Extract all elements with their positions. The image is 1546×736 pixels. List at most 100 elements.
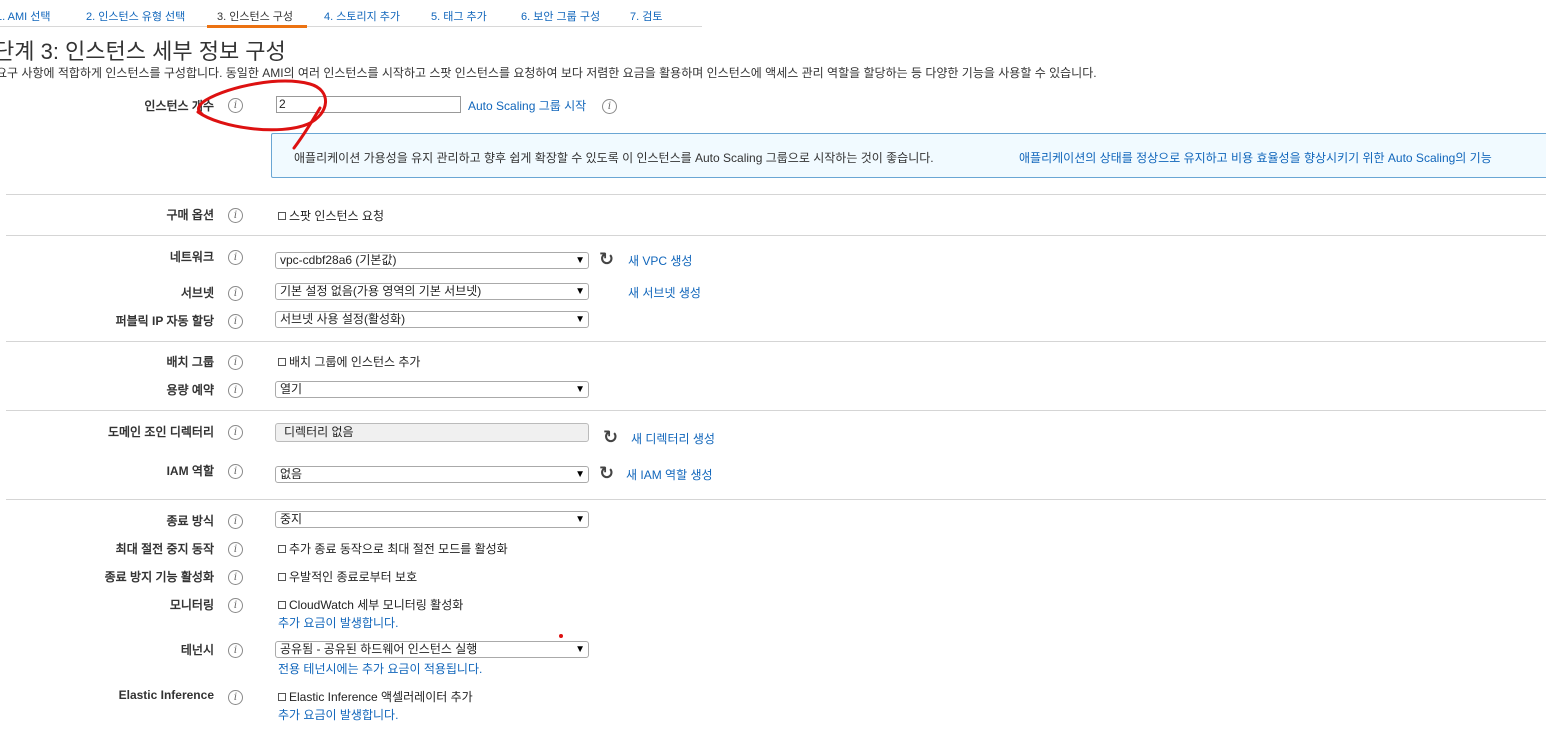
tab-add-storage[interactable]: 4. 스토리지 추가 xyxy=(324,8,400,24)
checkbox-box[interactable] xyxy=(278,545,286,553)
autoscaling-link[interactable]: Auto Scaling 그룹 시작 xyxy=(468,97,586,114)
monitoring-label: 모니터링 xyxy=(169,598,214,612)
tab-instance-type[interactable]: 2. 인스턴스 유형 선택 xyxy=(86,8,185,24)
info-icon[interactable]: i xyxy=(228,286,243,301)
tenancy-value: 공유됨 - 공유된 하드웨어 인스턴스 실행 xyxy=(280,642,478,656)
tenancy-label: 테넌시 xyxy=(180,643,214,657)
checkbox-label: 스팟 인스턴스 요청 xyxy=(289,209,384,223)
dropdown-arrow-icon: ▼ xyxy=(575,255,585,266)
capacity-reservation-label: 용량 예약 xyxy=(166,383,215,397)
info-icon[interactable]: i xyxy=(228,542,243,557)
refresh-icon[interactable]: ↻ xyxy=(599,464,614,482)
dropdown-arrow-icon: ▼ xyxy=(575,644,585,655)
checkbox-label: Elastic Inference 액셀러레이터 추가 xyxy=(289,690,473,704)
shutdown-behavior-select[interactable]: 중지 ▼ xyxy=(275,511,589,528)
info-icon[interactable]: i xyxy=(228,464,243,479)
checkbox-label: 우발적인 종료로부터 보호 xyxy=(289,570,418,584)
subnet-select[interactable]: 기본 설정 없음(가용 영역의 기본 서브넷) ▼ xyxy=(275,283,589,300)
create-directory-link[interactable]: 새 디렉터리 생성 xyxy=(631,430,715,447)
network-value: vpc-cdbf28a6 (기본값) xyxy=(280,253,397,267)
tenancy-charge-note: 전용 테넌시에는 추가 요금이 적용됩니다. xyxy=(278,662,483,676)
info-icon[interactable]: i xyxy=(228,383,243,398)
checkbox-label: 배치 그룹에 인스턴스 추가 xyxy=(289,355,421,369)
hibernate-checkbox[interactable]: 추가 종료 동작으로 최대 절전 모드를 활성화 xyxy=(278,540,508,557)
create-iam-role-link[interactable]: 새 IAM 역할 생성 xyxy=(626,466,713,483)
network-label: 네트워크 xyxy=(169,250,214,264)
checkbox-label: CloudWatch 세부 모니터링 활성화 xyxy=(289,598,464,612)
tenancy-select[interactable]: 공유됨 - 공유된 하드웨어 인스턴스 실행 ▼ xyxy=(275,641,589,658)
network-select[interactable]: vpc-cdbf28a6 (기본값) ▼ xyxy=(275,252,589,269)
refresh-icon[interactable]: ↻ xyxy=(599,250,614,268)
iam-role-label: IAM 역할 xyxy=(166,464,214,478)
dropdown-arrow-icon: ▼ xyxy=(575,286,585,297)
info-icon[interactable]: i xyxy=(228,570,243,585)
termination-protection-checkbox[interactable]: 우발적인 종료로부터 보호 xyxy=(278,568,417,585)
tab-add-tags[interactable]: 5. 태그 추가 xyxy=(431,8,487,24)
dropdown-arrow-icon: ▼ xyxy=(575,384,585,395)
monitoring-checkbox[interactable]: CloudWatch 세부 모니터링 활성화 xyxy=(278,596,463,613)
info-icon[interactable]: i xyxy=(228,314,243,329)
tab-ami-select[interactable]: 1. AMI 선택 xyxy=(0,8,50,24)
info-icon[interactable]: i xyxy=(228,514,243,529)
info-icon[interactable]: i xyxy=(228,598,243,613)
elastic-inference-label: Elastic Inference xyxy=(118,688,214,702)
public-ip-select[interactable]: 서브넷 사용 설정(활성화) ▼ xyxy=(275,311,589,328)
spot-instance-checkbox[interactable]: 스팟 인스턴스 요청 xyxy=(278,207,384,224)
tabs-baseline xyxy=(0,26,702,27)
elastic-charge-note: 추가 요금이 발생합니다. xyxy=(278,708,399,722)
shutdown-behavior-label: 종료 방식 xyxy=(166,514,215,528)
info-icon[interactable]: i xyxy=(228,250,243,265)
info-icon[interactable]: i xyxy=(228,425,243,440)
subnet-label: 서브넷 xyxy=(180,286,214,300)
checkbox-box[interactable] xyxy=(278,212,286,220)
page-title: 단계 3: 인스턴스 세부 정보 구성 xyxy=(0,39,286,64)
public-ip-label: 퍼블릭 IP 자동 할당 xyxy=(115,314,214,328)
info-icon[interactable]: i xyxy=(228,355,243,370)
iam-value: 없음 xyxy=(280,467,303,481)
public-ip-value: 서브넷 사용 설정(활성화) xyxy=(280,312,406,326)
dropdown-arrow-icon: ▼ xyxy=(575,469,585,480)
dropdown-arrow-icon: ▼ xyxy=(575,314,585,325)
info-icon[interactable]: i xyxy=(602,99,617,114)
checkbox-box[interactable] xyxy=(278,601,286,609)
section-divider xyxy=(6,235,1546,236)
placement-group-checkbox[interactable]: 배치 그룹에 인스턴스 추가 xyxy=(278,353,420,370)
checkbox-label: 추가 종료 동작으로 최대 절전 모드를 활성화 xyxy=(289,542,508,556)
iam-role-select[interactable]: 없음 ▼ xyxy=(275,466,589,483)
checkbox-box[interactable] xyxy=(278,573,286,581)
domain-directory-select[interactable]: 디렉터리 없음 xyxy=(275,423,589,442)
info-box-link[interactable]: 애플리케이션의 상태를 정상으로 유지하고 비용 효율성을 향상시키기 위한 A… xyxy=(1019,149,1492,166)
checkbox-box[interactable] xyxy=(278,358,286,366)
section-divider xyxy=(6,410,1546,411)
capacity-value: 열기 xyxy=(280,382,303,396)
info-icon[interactable]: i xyxy=(228,690,243,705)
create-subnet-link[interactable]: 새 서브넷 생성 xyxy=(628,284,701,301)
red-dot-annotation xyxy=(559,634,563,638)
tab-configure-instance[interactable]: 3. 인스턴스 구성 xyxy=(217,8,293,24)
purchase-option-label: 구매 옵션 xyxy=(166,208,215,222)
active-tab-indicator xyxy=(207,25,307,28)
info-icon[interactable]: i xyxy=(228,643,243,658)
section-divider xyxy=(6,341,1546,342)
red-annotation-circle xyxy=(196,79,327,150)
refresh-icon[interactable]: ↻ xyxy=(603,428,618,446)
create-vpc-link[interactable]: 새 VPC 생성 xyxy=(628,252,692,269)
hibernate-label: 최대 절전 중지 동작 xyxy=(115,542,214,556)
domain-join-label: 도메인 조인 디렉터리 xyxy=(107,425,214,439)
info-icon[interactable]: i xyxy=(228,208,243,223)
section-divider xyxy=(6,194,1546,195)
monitoring-charge-note: 추가 요금이 발생합니다. xyxy=(278,616,399,630)
section-divider xyxy=(6,499,1546,500)
checkbox-box[interactable] xyxy=(278,693,286,701)
subnet-value: 기본 설정 없음(가용 영역의 기본 서브넷) xyxy=(280,284,482,298)
autoscaling-info-box: 애플리케이션 가용성을 유지 관리하고 향후 쉽게 확장할 수 있도록 이 인스… xyxy=(271,133,1546,178)
termination-protection-label: 종료 방지 기능 활성화 xyxy=(104,570,214,584)
tab-security-group[interactable]: 6. 보안 그룹 구성 xyxy=(521,8,600,24)
tab-review[interactable]: 7. 검토 xyxy=(630,8,662,24)
shutdown-value: 중지 xyxy=(280,512,303,526)
info-box-text: 애플리케이션 가용성을 유지 관리하고 향후 쉽게 확장할 수 있도록 이 인스… xyxy=(294,151,934,165)
page-description: 요구 사항에 적합하게 인스턴스를 구성합니다. 동일한 AMI의 여러 인스턴… xyxy=(0,66,1097,80)
placement-group-label: 배치 그룹 xyxy=(166,355,215,369)
capacity-reservation-select[interactable]: 열기 ▼ xyxy=(275,381,589,398)
elastic-inference-checkbox[interactable]: Elastic Inference 액셀러레이터 추가 xyxy=(278,688,473,705)
